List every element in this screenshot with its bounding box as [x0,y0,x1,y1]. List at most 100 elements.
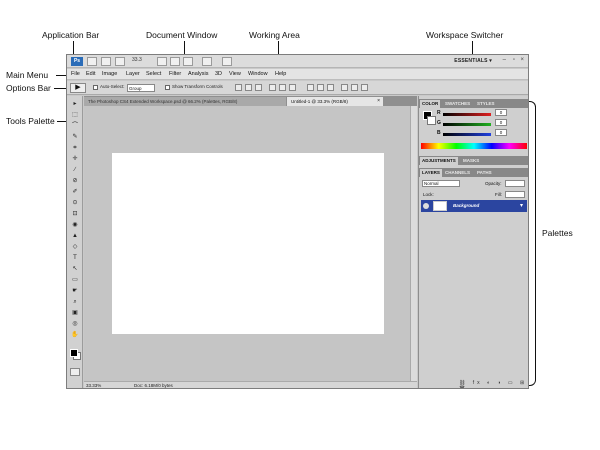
blend-mode-dropdown[interactable]: Normal [422,180,460,187]
eyedropper-tool-icon[interactable]: ✛ [70,155,80,163]
fill-input[interactable] [505,191,525,198]
rectangle-tool-icon[interactable]: ▭ [70,276,80,284]
layer-row-background[interactable]: Background ▾ [421,200,527,212]
document-tab-untitled[interactable]: Untitled-1 @ 33.3% (RGB/8) × [287,97,383,106]
menu-view[interactable]: View [229,71,241,77]
crop-tool-icon[interactable]: ⌗ [70,144,80,152]
vertical-scrollbar[interactable] [410,106,417,381]
menu-analysis[interactable]: Analysis [188,71,208,77]
layer-thumbnail [433,201,447,211]
menu-help[interactable]: Help [275,71,286,77]
slider-r-track[interactable] [443,113,491,116]
document-tab-workspace[interactable]: The Photoshop CS4 Extended Workspace.psd… [84,97,286,106]
zoom-level-value[interactable]: 33.3 [132,57,142,63]
callout-application-bar: Application Bar [42,30,100,40]
healing-brush-tool-icon[interactable]: ∕ [70,166,80,174]
tab-color[interactable]: COLOR [420,100,441,108]
hand-tool-button[interactable] [157,57,167,66]
auto-select-label: Auto-Select: [100,84,125,89]
distribute-center-icon[interactable] [351,84,358,91]
tab-layers[interactable]: LAYERS [420,169,442,177]
quick-select-tool-icon[interactable]: ✎ [70,133,80,141]
slider-b-value[interactable]: 0 [495,129,507,136]
3d-rotate-tool-icon[interactable]: ☛ [70,287,80,295]
slider-g-value[interactable]: 0 [495,119,507,126]
align-center-icon[interactable] [279,84,286,91]
align-middle-icon[interactable] [245,84,252,91]
align-right-icon[interactable] [289,84,296,91]
menu-edit[interactable]: Edit [86,71,95,77]
zoom-tool-button[interactable] [170,57,180,66]
menu-3d[interactable]: 3D [215,71,222,77]
bridge-button[interactable] [87,57,97,66]
distribute-top-icon[interactable] [307,84,314,91]
distribute-left-icon[interactable] [341,84,348,91]
type-tool-icon[interactable]: T [70,254,80,262]
distribute-right-icon[interactable] [361,84,368,91]
dodge-tool-icon[interactable]: ◇ [70,243,80,251]
distribute-bottom-icon[interactable] [327,84,334,91]
working-area[interactable] [84,106,417,381]
document-tab-title: The Photoshop CS4 Extended Workspace.psd… [88,99,238,104]
align-top-icon[interactable] [235,84,242,91]
close-tab-icon[interactable]: × [377,97,380,106]
opacity-input[interactable] [505,180,525,187]
rotate-view-tool-icon[interactable]: ✋ [70,331,80,339]
auto-select-checkbox[interactable] [93,85,98,90]
slider-b-track[interactable] [443,133,491,136]
lasso-tool-icon[interactable]: ⌒ [70,122,80,130]
3d-orbit-tool-icon[interactable]: ⌕ [70,298,80,306]
tab-swatches[interactable]: SWATCHES [443,100,472,108]
quick-mask-icon[interactable] [70,368,80,376]
status-zoom[interactable]: 33.33% [86,383,101,388]
tab-masks[interactable]: MASKS [461,157,481,165]
eye-icon[interactable] [423,203,429,209]
color-spectrum[interactable] [421,143,527,149]
align-bottom-icon[interactable] [255,84,262,91]
callout-main-menu: Main Menu [6,70,49,80]
rotate-view-button[interactable] [183,57,193,66]
callout-working-area: Working Area [249,30,300,40]
maximize-icon[interactable]: ▫ [513,57,515,63]
distribute-middle-icon[interactable] [317,84,324,91]
transform-controls-checkbox[interactable] [165,85,170,90]
foreground-color-swatch[interactable] [70,349,78,357]
menu-select[interactable]: Select [146,71,161,77]
zoom-tool-icon[interactable]: ◎ [70,320,80,328]
history-brush-tool-icon[interactable]: ⊙ [70,199,80,207]
tool-preset-picker[interactable]: ▶ [70,83,86,93]
menu-file[interactable]: File [71,71,80,77]
arrange-documents-button[interactable] [202,57,212,66]
slider-r-value[interactable]: 0 [495,109,507,116]
tab-paths[interactable]: PATHS [475,169,494,177]
blur-tool-icon[interactable]: ▲ [70,232,80,240]
path-selection-tool-icon[interactable]: ↖ [70,265,80,273]
hand-tool-icon[interactable]: ▣ [70,309,80,317]
close-icon[interactable]: × [520,57,524,63]
leader-main-menu [56,75,66,76]
menu-image[interactable]: Image [102,71,117,77]
color-bg-swatch[interactable] [427,116,436,125]
document-canvas[interactable] [112,153,384,334]
menu-layer[interactable]: Layer [126,71,140,77]
menu-window[interactable]: Window [248,71,268,77]
menu-filter[interactable]: Filter [169,71,181,77]
gradient-tool-icon[interactable]: ◉ [70,221,80,229]
marquee-tool-icon[interactable]: ⬚ [70,111,80,119]
move-tool-icon[interactable]: ▸ [70,100,80,108]
minimize-icon[interactable]: – [503,57,506,63]
slider-g-track[interactable] [443,123,491,126]
brush-tool-icon[interactable]: ⊘ [70,177,80,185]
tab-styles[interactable]: STYLES [475,100,497,108]
view-extras-button[interactable] [101,57,111,66]
zoom-level-button[interactable] [115,57,125,66]
tab-adjustments[interactable]: ADJUSTMENTS [420,157,458,165]
tab-channels[interactable]: CHANNELS [443,169,472,177]
workspace-switcher[interactable]: ESSENTIALS ▾ [454,58,492,64]
clone-stamp-tool-icon[interactable]: ✐ [70,188,80,196]
eraser-tool-icon[interactable]: ⊡ [70,210,80,218]
layers-bottom-icons[interactable]: ⛓ fx ◐ ◑ ▭ ⊞ 🗑 [459,380,528,388]
align-left-icon[interactable] [269,84,276,91]
screen-mode-button[interactable] [222,57,232,66]
auto-select-dropdown[interactable]: Group [127,84,155,92]
